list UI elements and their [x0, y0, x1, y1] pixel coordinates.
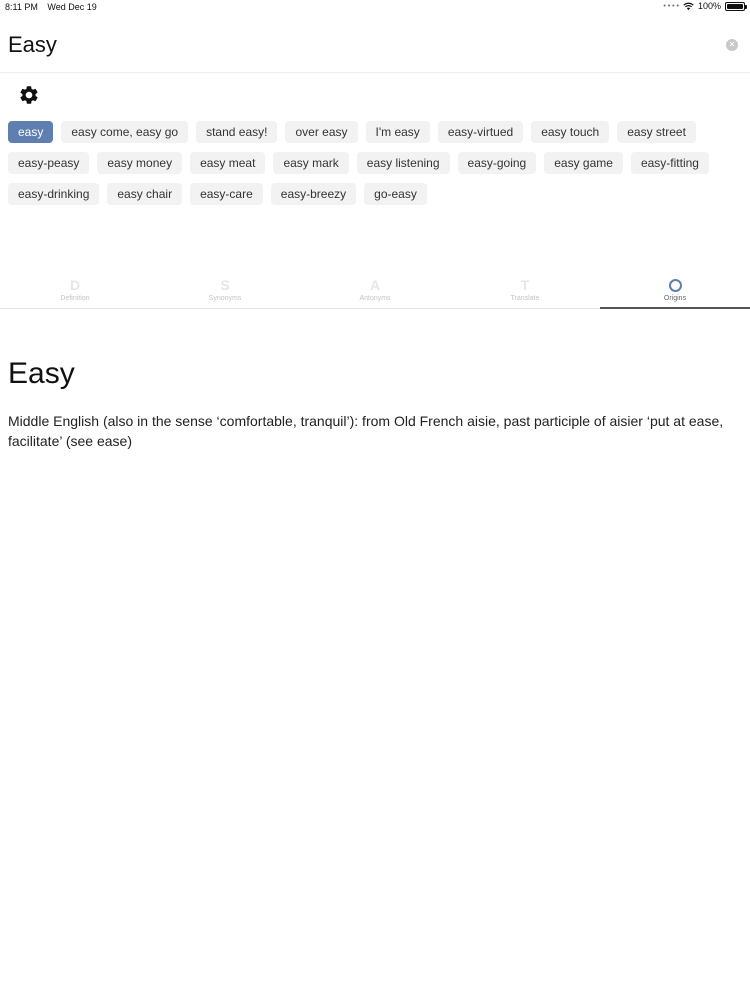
tab-definition[interactable]: D Definition — [0, 276, 150, 308]
term-chip[interactable]: easy money — [97, 152, 183, 174]
tab-bar: D Definition S Synonyms A Antonyms T Translate O… — [0, 276, 750, 309]
entry-title: Easy — [8, 357, 75, 390]
search-input[interactable] — [8, 28, 698, 62]
term-chip[interactable]: easy-virtued — [437, 121, 524, 143]
term-chip[interactable]: easy chair — [107, 183, 183, 205]
tab-label: Definition — [60, 295, 90, 302]
term-chip[interactable]: easy mark — [273, 152, 349, 174]
term-chip[interactable]: easy-breezy — [270, 183, 357, 205]
origin-text: Middle English (also in the sense ‘comfo… — [8, 413, 724, 449]
status-left: 8:11 PM Wed Dec 19 — [5, 2, 104, 12]
term-chip[interactable]: easy-drinking — [8, 183, 100, 205]
term-chip[interactable]: easy-fitting — [630, 152, 709, 174]
term-chip[interactable]: easy-care — [190, 183, 263, 205]
tab-synonyms[interactable]: S Synonyms — [150, 276, 300, 308]
clear-search-button[interactable]: ✕ — [726, 39, 738, 51]
battery-fill — [727, 3, 743, 9]
origins-ring-icon — [600, 276, 750, 294]
status-date: Wed Dec 19 — [47, 2, 97, 12]
translate-icon: T — [520, 277, 530, 293]
battery-percent: 100% — [697, 1, 721, 11]
term-chip[interactable]: easy-peasy — [8, 152, 90, 174]
status-bar: 8:11 PM Wed Dec 19 • • • • 100% — [0, 0, 750, 14]
tab-antonyms[interactable]: A Antonyms — [300, 276, 450, 308]
antonyms-icon: A — [369, 277, 381, 293]
tab-label: Origins — [663, 295, 687, 302]
term-chip[interactable]: I'm easy — [365, 121, 430, 143]
term-chip[interactable]: easy street — [617, 121, 696, 143]
related-terms-list: easy easy come, easy go stand easy! over ea… — [8, 121, 728, 205]
term-chip[interactable]: easy game — [544, 152, 623, 174]
term-chip[interactable]: easy — [8, 121, 54, 143]
status-time: 8:11 PM — [5, 2, 38, 12]
origins-ring-shape — [668, 279, 682, 292]
settings-button[interactable] — [18, 84, 40, 106]
origin-content: Easy Middle English (also in the sense ‘… — [8, 354, 738, 451]
search-header: ✕ — [0, 18, 750, 73]
tab-origins[interactable]: Origins — [600, 276, 750, 309]
term-chip[interactable]: stand easy! — [196, 121, 278, 143]
synonyms-icon: S — [220, 277, 230, 293]
definition-icon: D — [69, 277, 81, 293]
wifi-icon — [683, 2, 694, 10]
tab-label: Synonyms — [208, 295, 242, 302]
term-chip[interactable]: easy listening — [356, 152, 450, 174]
tab-label: Antonyms — [359, 295, 391, 302]
close-icon: ✕ — [728, 40, 736, 49]
status-right: • • • • 100% — [663, 1, 747, 11]
signal-icon: • • • • — [663, 2, 679, 10]
term-chip[interactable]: easy touch — [531, 121, 610, 143]
term-chip[interactable]: over easy — [285, 121, 358, 143]
term-chip[interactable]: easy-going — [457, 152, 537, 174]
term-chip[interactable]: easy meat — [190, 152, 266, 174]
tab-translate[interactable]: T Translate — [450, 276, 600, 308]
term-chip[interactable]: easy come, easy go — [61, 121, 189, 143]
term-chip[interactable]: go-easy — [364, 183, 427, 205]
battery-icon — [725, 1, 747, 11]
tab-label: Translate — [510, 295, 540, 302]
gear-icon — [20, 86, 38, 104]
